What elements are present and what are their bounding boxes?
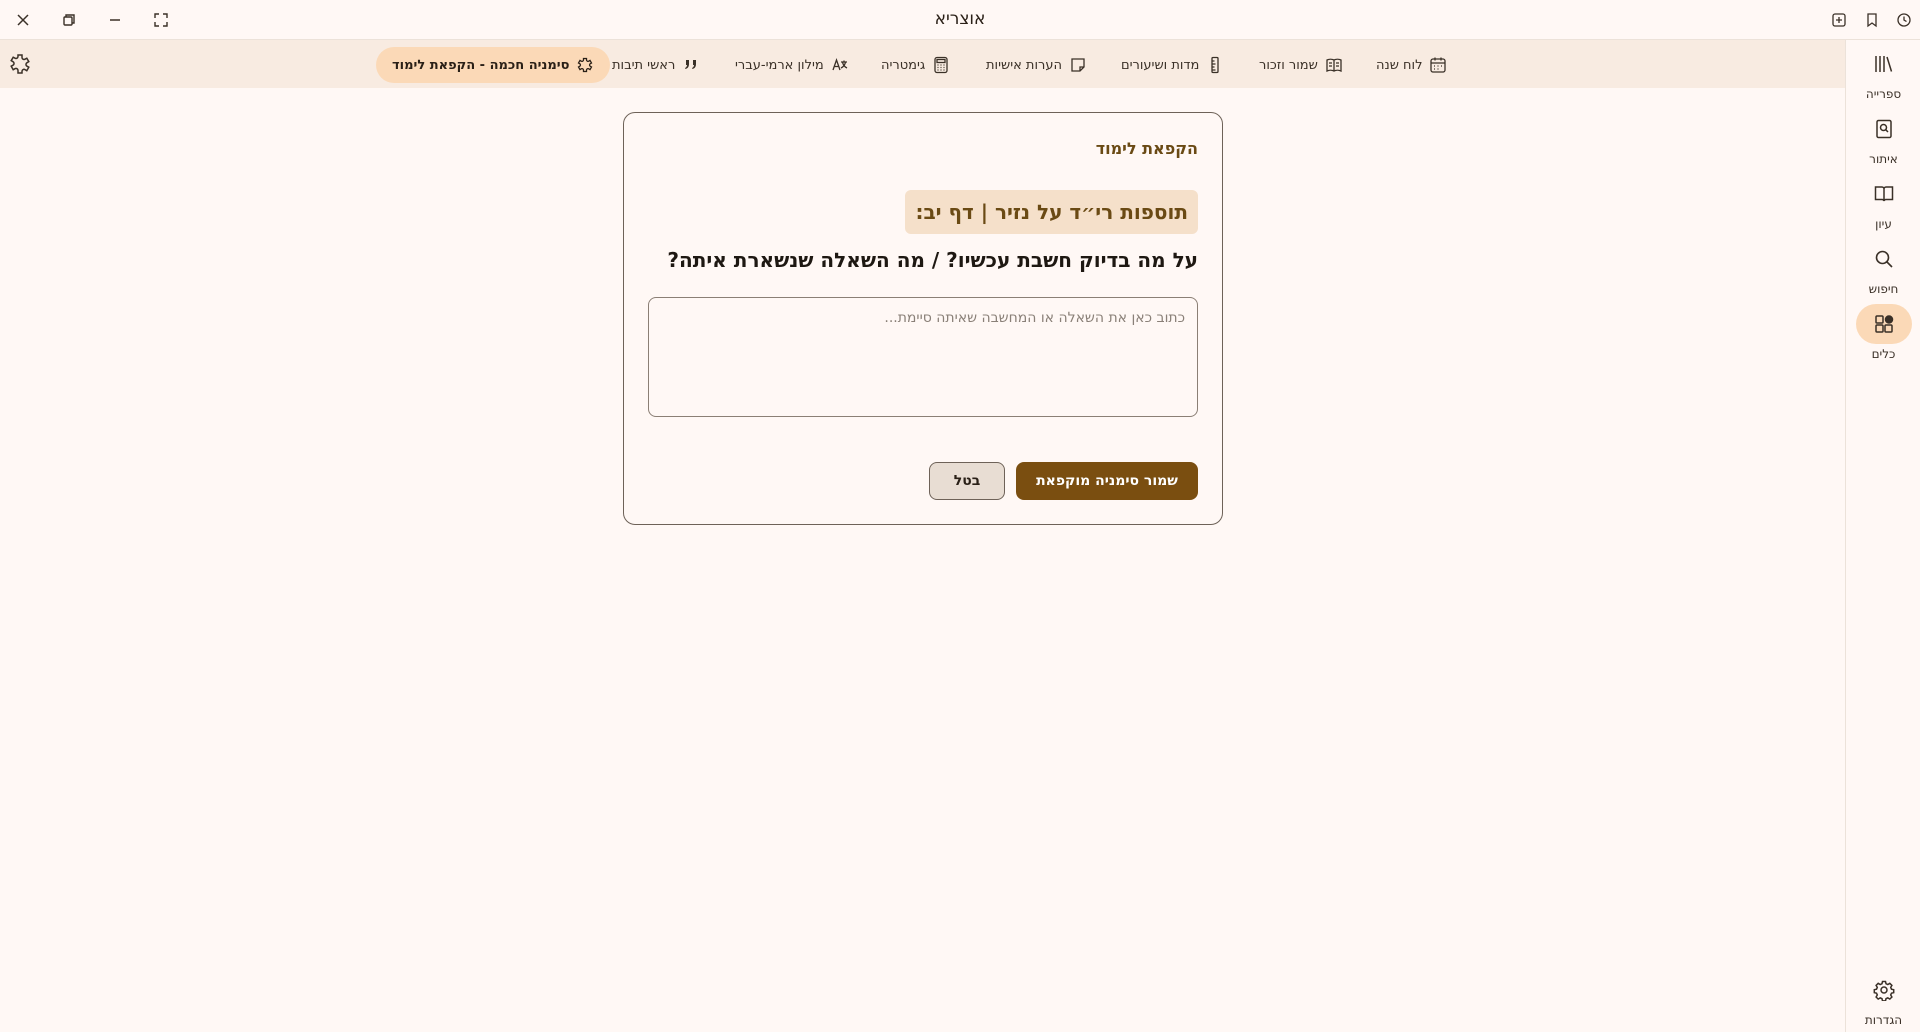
locate-book-icon — [1875, 119, 1892, 139]
search-icon — [1875, 250, 1893, 268]
tool-measures[interactable]: מדות ושיעורים — [1121, 50, 1224, 80]
rail-label: איתור — [1869, 152, 1898, 166]
rail-item-settings[interactable]: הגדרות — [1846, 970, 1920, 1030]
tool-label: גימטריה — [881, 57, 926, 73]
tool-calendar[interactable]: לוח שנה — [1376, 50, 1447, 80]
cancel-button[interactable]: בטל — [929, 462, 1005, 500]
rail-label: עיון — [1875, 217, 1892, 231]
rail-label: ספרייה — [1865, 87, 1902, 101]
tool-label: ראשי תיבות — [612, 57, 676, 73]
rail-item-study[interactable]: עיון — [1846, 174, 1920, 234]
tool-smart-bookmark[interactable]: סימניה חכמה - הקפאת לימוד — [376, 47, 611, 83]
save-frozen-bookmark-button[interactable]: שמור סימניה מוקפאת — [1016, 462, 1198, 500]
puzzle-settings-icon[interactable] — [8, 52, 32, 76]
title-bar: אוצריא — [0, 0, 1920, 40]
rail-item-library[interactable]: ספרייה — [1846, 44, 1920, 104]
tool-label: שמור וזכור — [1259, 57, 1318, 73]
navigation-rail: ספרייה איתור עיון חיפוש כלים הגדרות — [1845, 40, 1920, 1032]
open-book-icon — [1326, 58, 1342, 73]
bookmark-icon[interactable] — [1860, 8, 1884, 32]
dialog-title: הקפאת לימוד — [1095, 139, 1198, 158]
history-icon[interactable] — [1892, 8, 1916, 32]
tool-shamor-vezachor[interactable]: שמור וזכור — [1259, 50, 1343, 80]
freeze-study-dialog: הקפאת לימוד תוספות רי״ד על נזיר | דף יב:… — [623, 112, 1223, 525]
tool-label: מילון ארמי-עברי — [735, 57, 824, 73]
tool-personal-notes[interactable]: הערות אישיות — [986, 50, 1087, 80]
tool-acronyms[interactable]: ראשי תיבות — [612, 50, 700, 80]
tool-label: מדות ושיעורים — [1121, 57, 1200, 73]
dialog-question: על מה בדיוק חשבת עכשיו? / מה השאלה שנשאר… — [667, 248, 1198, 272]
tool-label: הערות אישיות — [986, 57, 1062, 73]
add-tab-icon[interactable] — [1827, 8, 1851, 32]
rail-item-tools[interactable]: כלים — [1846, 304, 1920, 364]
book-reference: תוספות רי״ד על נזיר | דף יב: — [905, 190, 1198, 234]
ruler-icon — [1211, 56, 1220, 74]
tool-label: לוח שנה — [1376, 57, 1423, 73]
reading-book-icon — [1874, 186, 1893, 202]
gear-icon — [1873, 980, 1894, 1001]
library-icon — [1874, 56, 1892, 72]
app-title: אוצריא — [934, 9, 986, 29]
rail-label: חיפוש — [1868, 282, 1899, 296]
rail-item-locate[interactable]: איתור — [1846, 109, 1920, 169]
rail-label: כלים — [1871, 347, 1896, 361]
rail-label: הגדרות — [1864, 1013, 1903, 1027]
tool-aramaic-dictionary[interactable]: מילון ארמי-עברי — [735, 50, 849, 80]
translate-icon — [832, 58, 848, 71]
thought-input[interactable] — [648, 297, 1198, 417]
quote-icon — [685, 60, 697, 69]
tool-gematria[interactable]: גימטריה — [881, 50, 950, 80]
tools-toolbar: לוח שנה שמור וזכור מדות ושיעורים הערות א… — [0, 40, 1845, 88]
sticky-note-icon — [1071, 58, 1085, 72]
tools-grid-icon — [1874, 315, 1893, 333]
rail-item-search[interactable]: חיפוש — [1846, 239, 1920, 299]
tool-label: סימניה חכמה - הקפאת לימוד — [392, 57, 570, 73]
calculator-icon — [934, 56, 948, 74]
calendar-icon — [1430, 57, 1447, 73]
puzzle-icon — [578, 57, 593, 73]
